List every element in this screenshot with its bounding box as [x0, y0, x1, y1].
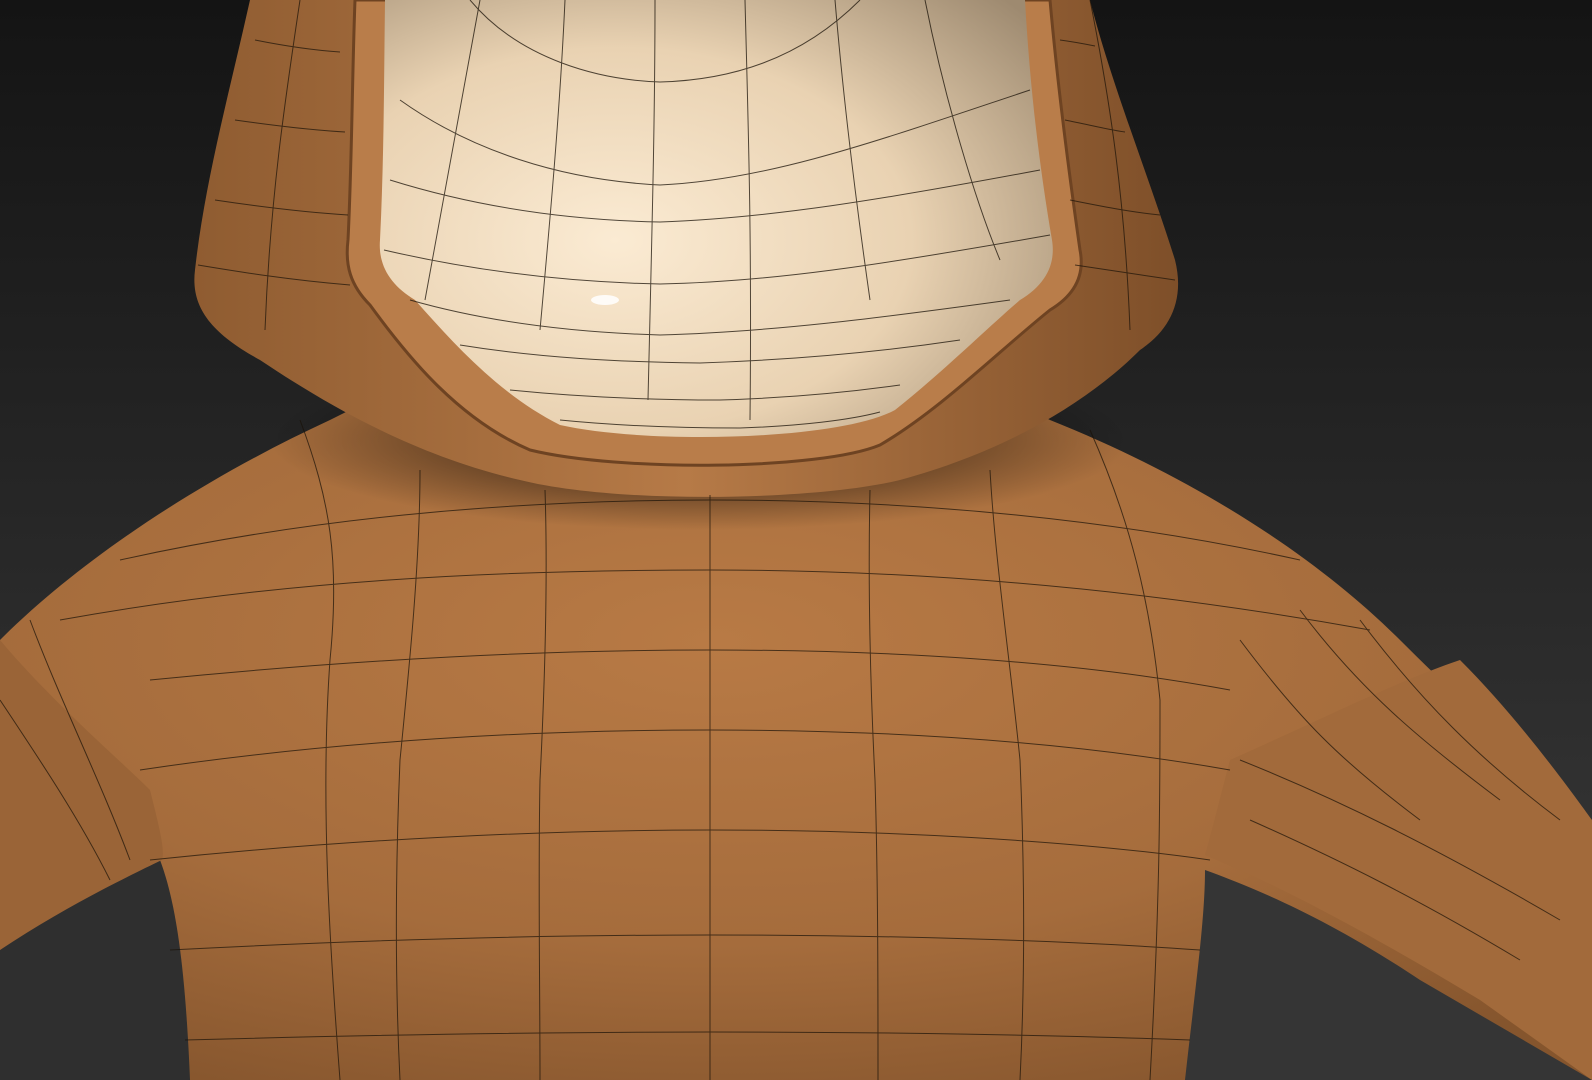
3d-viewport[interactable] [0, 0, 1592, 1080]
specular-highlight [591, 295, 619, 305]
model-render [0, 0, 1592, 1080]
